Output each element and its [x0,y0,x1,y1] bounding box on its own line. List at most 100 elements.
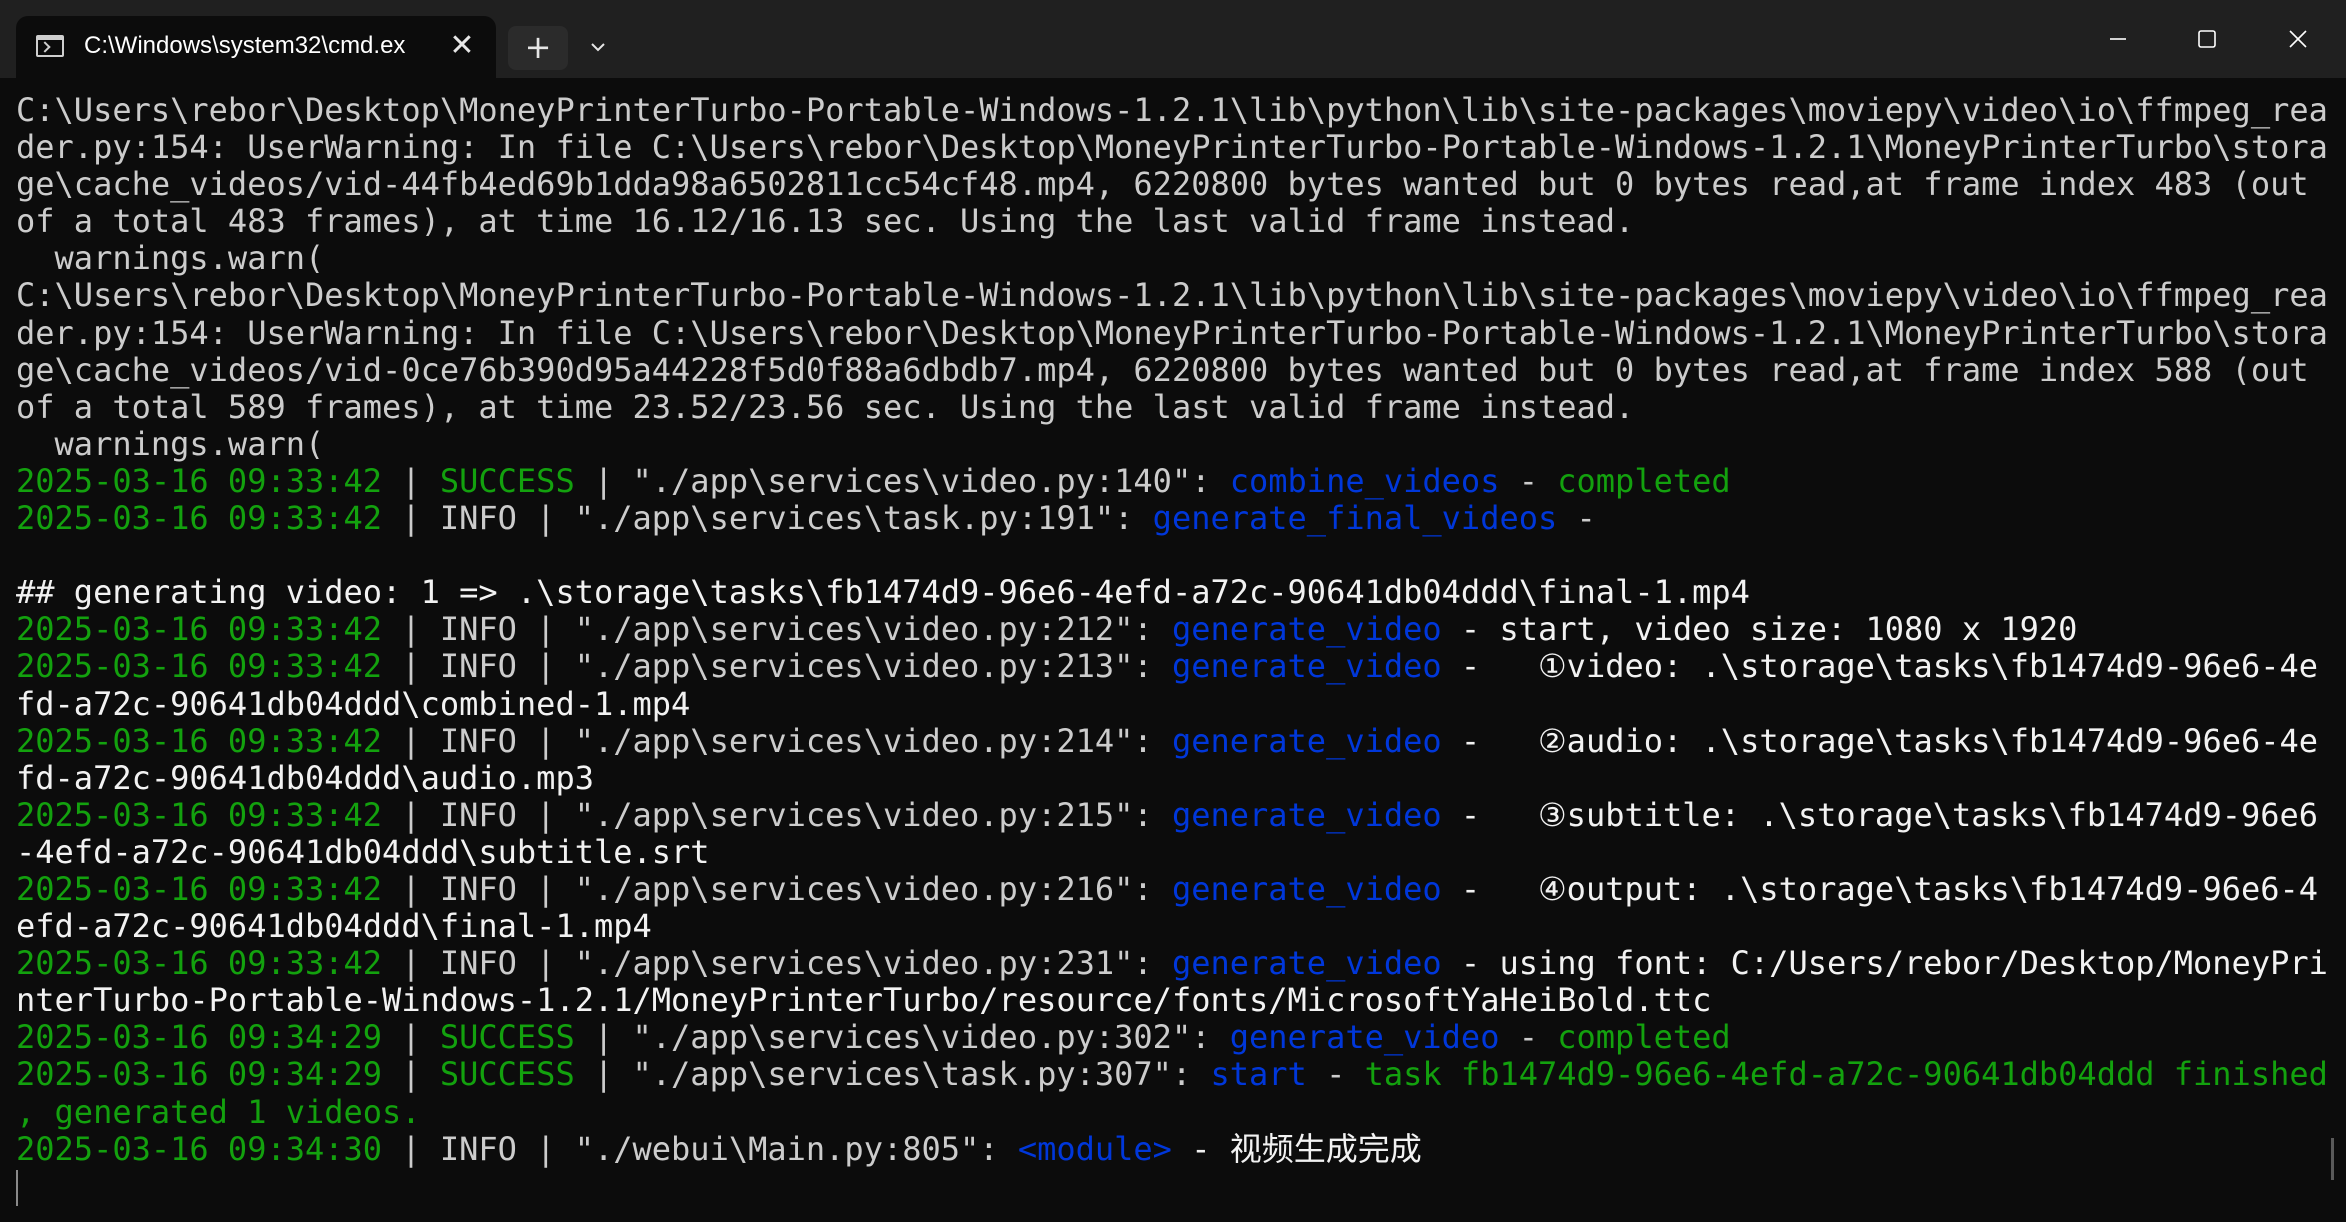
terminal-line: der.py:154: UserWarning: In file C:\User… [16,314,2328,352]
plus-icon: + [524,28,552,66]
close-window-button[interactable] [2266,12,2330,66]
terminal-text: | [382,1018,440,1057]
terminal-text: - using font: C:/Users/rebor/Desktop/Mon… [1441,944,2328,983]
terminal-line: ## generating video: 1 => .\storage\task… [16,574,2316,611]
terminal-text: - [1306,1055,1365,1094]
terminal-text: | "./app\services\task.py:307": [574,1055,1211,1094]
terminal-text: generate_video [1171,944,1442,983]
terminal-line: fd-a72c-90641db04ddd\combined-1.mp4 [16,684,2316,723]
terminal-line: C:\Users\rebor\Desktop\MoneyPrinterTurbo… [16,277,2328,314]
terminal-text: SUCCESS [439,1018,575,1057]
minimize-icon [2110,38,2126,40]
terminal-text: ## generating video: 1 => .\storage\task… [16,573,1750,612]
terminal-text: - ②audio: .\storage\tasks\fb1474d9-96e6-… [1441,721,2319,760]
terminal-text: , generated 1 videos. [16,1092,421,1131]
tab-dropdown-button[interactable] [576,26,620,70]
terminal-text: 2025-03-16 09:33:42 [16,944,383,983]
terminal-text: - ③subtitle: .\storage\tasks\fb1474d9-96… [1441,795,2319,834]
terminal-text: - [1499,461,1558,500]
terminal-text: warnings.warn( [16,424,325,463]
terminal-text: | [382,461,440,500]
terminal-text: generate_video [1171,721,1442,760]
terminal-line: 2025-03-16 09:33:42 | INFO | "./app\serv… [16,869,2319,908]
terminal-text: | INFO | "./app\services\video.py:215": [382,795,1172,834]
chevron-down-icon [591,43,605,52]
terminal-text: | INFO | "./app\services\task.py:191": [382,499,1153,538]
terminal-text: | "./app\services\video.py:140": [574,461,1230,500]
terminal-line: 2025-03-16 09:34:30 | INFO | "./webui\Ma… [16,1129,2316,1168]
terminal-line: ge\cache_videos/vid-44fb4ed69b1dda98a650… [16,166,2316,203]
terminal-text: | INFO | "./app\services\video.py:213": [382,647,1172,686]
terminal-text: 2025-03-16 09:34:30 [16,1129,383,1168]
terminal-line: warnings.warn( [16,424,2316,463]
terminal-text: generate_video [1171,869,1442,908]
terminal-text: generate_final_videos [1152,499,1558,538]
terminal-window: C:\Windows\system32\cmd.ex ✕ + C:\Users\… [0,0,2346,1222]
terminal-line: of a total 483 frames), at time 16.12/16… [16,203,2316,240]
terminal-text: 2025-03-16 09:33:42 [16,869,383,908]
terminal-text: SUCCESS [439,461,575,500]
terminal-text: | INFO | "./app\services\video.py:212": [382,610,1172,649]
maximize-button[interactable] [2174,12,2238,66]
terminal-line: , generated 1 videos. [16,1092,2316,1131]
terminal-text: 2025-03-16 09:34:29 [16,1018,383,1057]
terminal-text: - [1499,1018,1558,1057]
terminal-text: completed [1557,461,1731,500]
terminal-line: 2025-03-16 09:33:42 | SUCCESS | "./app\s… [16,461,2316,500]
terminal-line: of a total 589 frames), at time 23.52/23… [16,388,2316,426]
terminal-line: 2025-03-16 09:33:42 | INFO | "./app\serv… [16,647,2318,686]
terminal-text: 2025-03-16 09:33:42 [16,610,383,649]
terminal-text: of a total 483 frames), at time 16.12/16… [16,202,1635,241]
terminal-text: <module> [1017,1129,1172,1168]
terminal-line: 2025-03-16 09:33:42 | INFO | "./app\serv… [16,499,2316,538]
terminal-line: 2025-03-16 09:34:29 | SUCCESS | "./app\s… [16,1019,2316,1056]
terminal-text: fd-a72c-90641db04ddd\combined-1.mp4 [16,684,691,723]
terminal-text: warnings.warn( [16,239,325,278]
scrollbar-thumb[interactable] [2331,1138,2334,1180]
terminal-line: C:\Users\rebor\Desktop\MoneyPrinterTurbo… [16,91,2328,129]
terminal-text: -4efd-a72c-90641db04ddd\subtitle.srt [16,832,710,871]
terminal-text: | [382,1055,440,1094]
terminal-text: | INFO | "./app\services\video.py:231": [382,944,1172,983]
terminal-text: - start, video size: 1080 x 1920 [1441,610,2078,649]
terminal-text: efd-a72c-90641db04ddd\final-1.mp4 [16,907,652,946]
terminal-output[interactable]: C:\Users\rebor\Desktop\MoneyPrinterTurbo… [16,91,2328,1168]
terminal-text: der.py:154: UserWarning: In file C:\User… [16,128,2328,167]
terminal-text: - [1557,499,1596,538]
terminal-text: generate_video [1171,647,1442,686]
tab-title: C:\Windows\system32\cmd.ex [84,32,406,59]
close-icon [2289,30,2307,48]
terminal-text: generate_video [1229,1018,1500,1057]
tab-cmd[interactable]: C:\Windows\system32\cmd.ex ✕ [16,16,496,78]
close-icon[interactable]: ✕ [440,24,484,68]
terminal-text: 2025-03-16 09:33:42 [16,795,383,834]
terminal-line: 2025-03-16 09:34:29 | SUCCESS | "./app\s… [16,1055,2328,1094]
terminal-line: der.py:154: UserWarning: In file C:\User… [16,129,2328,166]
terminal-line: efd-a72c-90641db04ddd\final-1.mp4 [16,908,2316,945]
terminal-line: nterTurbo-Portable-Windows-1.2.1/MoneyPr… [16,982,2316,1019]
terminal-text: 2025-03-16 09:33:42 [16,647,383,686]
terminal-line: 2025-03-16 09:33:42 | INFO | "./app\serv… [16,721,2319,760]
terminal-text: generate_video [1171,610,1442,649]
title-bar[interactable]: C:\Windows\system32\cmd.ex ✕ + [0,0,2346,78]
terminal-icon [36,35,64,57]
terminal-text: nterTurbo-Portable-Windows-1.2.1/MoneyPr… [16,981,1712,1020]
terminal-text: fd-a72c-90641db04ddd\audio.mp3 [16,758,594,797]
terminal-line: ge\cache_videos/vid-0ce76b390d95a44228f5… [16,351,2316,389]
terminal-text: generate_video [1171,795,1442,834]
new-tab-button[interactable]: + [508,26,568,70]
terminal-text: | INFO | "./app\services\video.py:216": [382,869,1172,908]
terminal-text: | INFO | "./app\services\video.py:214": [382,721,1172,760]
minimize-button[interactable] [2086,12,2150,66]
terminal-line: 2025-03-16 09:33:42 | INFO | "./app\serv… [16,944,2328,983]
terminal-text: ge\cache_videos/vid-44fb4ed69b1dda98a650… [16,165,2309,204]
terminal-text: SUCCESS [439,1055,575,1094]
terminal-text: | "./app\services\video.py:302": [574,1018,1230,1057]
terminal-text: task fb1474d9-96e6-4efd-a72c-90641db04dd… [1364,1055,2328,1094]
terminal-line: 2025-03-16 09:33:42 | INFO | "./app\serv… [16,611,2316,648]
terminal-text: C:\Users\rebor\Desktop\MoneyPrinterTurbo… [16,91,2328,129]
terminal-text: combine_videos [1229,461,1500,500]
terminal-text: - ④output: .\storage\tasks\fb1474d9-96e6… [1441,869,2319,908]
terminal-line: warnings.warn( [16,240,2316,277]
